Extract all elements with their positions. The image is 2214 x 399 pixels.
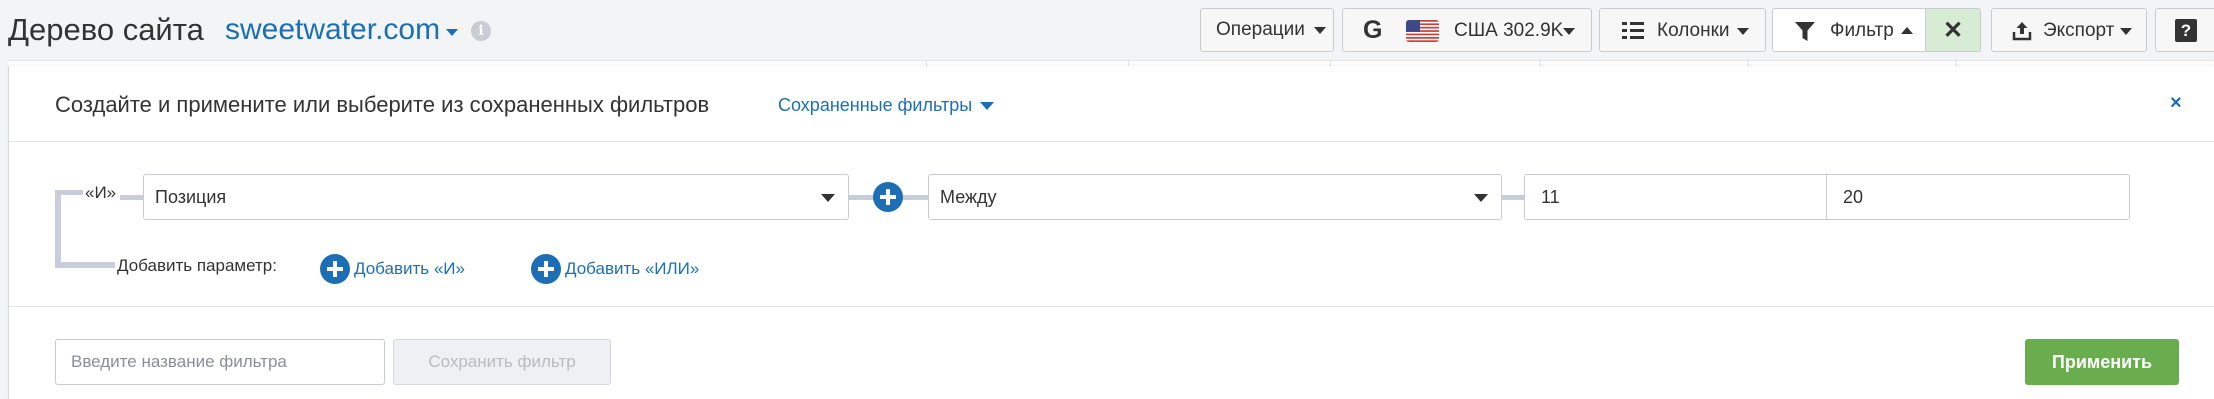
divider	[9, 306, 2214, 307]
add-and-button[interactable]: Добавить «И»	[320, 254, 465, 284]
database-label: США 302.9K	[1454, 20, 1564, 41]
add-condition-plus-icon[interactable]	[873, 182, 903, 212]
filter-panel: Создайте и примените или выберите из сох…	[8, 66, 2214, 399]
filter-name-placeholder: Введите название фильтра	[71, 352, 287, 371]
chevron-up-icon	[1901, 27, 1913, 34]
export-label: Экспорт	[2043, 20, 2115, 41]
chevron-down-icon	[821, 194, 835, 202]
close-icon: ✕	[1942, 16, 1964, 44]
close-panel-button[interactable]: ×	[2170, 92, 2182, 115]
filter-panel-title: Создайте и примените или выберите из сох…	[55, 92, 710, 117]
saved-filters-label: Сохраненные фильтры	[778, 95, 973, 115]
filter-name-input[interactable]: Введите название фильтра	[55, 339, 385, 385]
value-to-input[interactable]: 20	[1826, 174, 2130, 220]
logic-and-label: «И»	[85, 183, 117, 202]
chevron-down-icon	[1563, 28, 1575, 35]
add-and-label: Добавить «И»	[354, 259, 465, 278]
google-icon: G	[1363, 16, 1383, 44]
add-or-button[interactable]: Добавить «ИЛИ»	[531, 254, 699, 284]
filter-label: Фильтр	[1830, 20, 1894, 41]
chevron-down-icon	[446, 28, 459, 36]
value-to: 20	[1843, 186, 1864, 207]
help-icon: ?	[2175, 19, 2197, 42]
tree-line	[55, 190, 83, 195]
clear-filter-button[interactable]: ✕	[1925, 8, 1981, 52]
parameter-value: Позиция	[155, 186, 227, 207]
tree-line	[55, 262, 115, 268]
columns-icon	[1622, 22, 1644, 40]
database-selector-button[interactable]: G США 302.9K	[1342, 8, 1592, 52]
operations-label: Операции	[1216, 19, 1305, 40]
export-button[interactable]: Экспорт	[1991, 8, 2147, 52]
operator-select[interactable]: Между	[928, 174, 1502, 220]
funnel-icon	[1795, 22, 1815, 41]
chevron-down-icon	[1313, 26, 1326, 34]
top-header: Дерево сайта sweetwater.com i Операции G…	[0, 0, 2214, 60]
help-button[interactable]: ?	[2155, 8, 2214, 52]
save-filter-button[interactable]: Сохранить фильтр	[393, 339, 611, 385]
plus-circle-icon	[531, 254, 561, 284]
chevron-down-icon	[980, 101, 995, 110]
columns-label: Колонки	[1657, 20, 1730, 41]
value-from: 11	[1541, 186, 1560, 207]
connector-line	[120, 195, 144, 200]
filter-panel-header: Создайте и примените или выберите из сох…	[9, 66, 2214, 142]
plus-circle-icon	[320, 254, 350, 284]
domain-selector[interactable]: sweetwater.com	[225, 13, 459, 47]
chevron-down-icon	[2120, 28, 2132, 35]
us-flag-icon	[1406, 20, 1439, 42]
tree-line	[55, 190, 61, 268]
parameter-select[interactable]: Позиция	[143, 174, 849, 220]
value-from-input[interactable]: 11	[1524, 174, 1827, 220]
operations-button[interactable]: Операции	[1200, 8, 1334, 52]
upload-icon	[2012, 21, 2032, 41]
page-title: Дерево сайта	[8, 12, 204, 47]
info-icon[interactable]: i	[471, 21, 491, 41]
domain-label: sweetwater.com	[225, 13, 441, 46]
add-or-label: Добавить «ИЛИ»	[565, 259, 700, 278]
columns-button[interactable]: Колонки	[1599, 8, 1766, 52]
connector-line	[1502, 195, 1524, 200]
chevron-down-icon	[1474, 194, 1488, 202]
operator-value: Между	[940, 186, 997, 207]
chevron-down-icon	[1737, 28, 1749, 35]
add-parameter-label: Добавить параметр:	[117, 256, 277, 275]
filter-button[interactable]: Фильтр	[1772, 8, 1925, 52]
apply-button[interactable]: Применить	[2025, 339, 2179, 385]
saved-filters-dropdown[interactable]: Сохраненные фильтры	[778, 95, 995, 116]
